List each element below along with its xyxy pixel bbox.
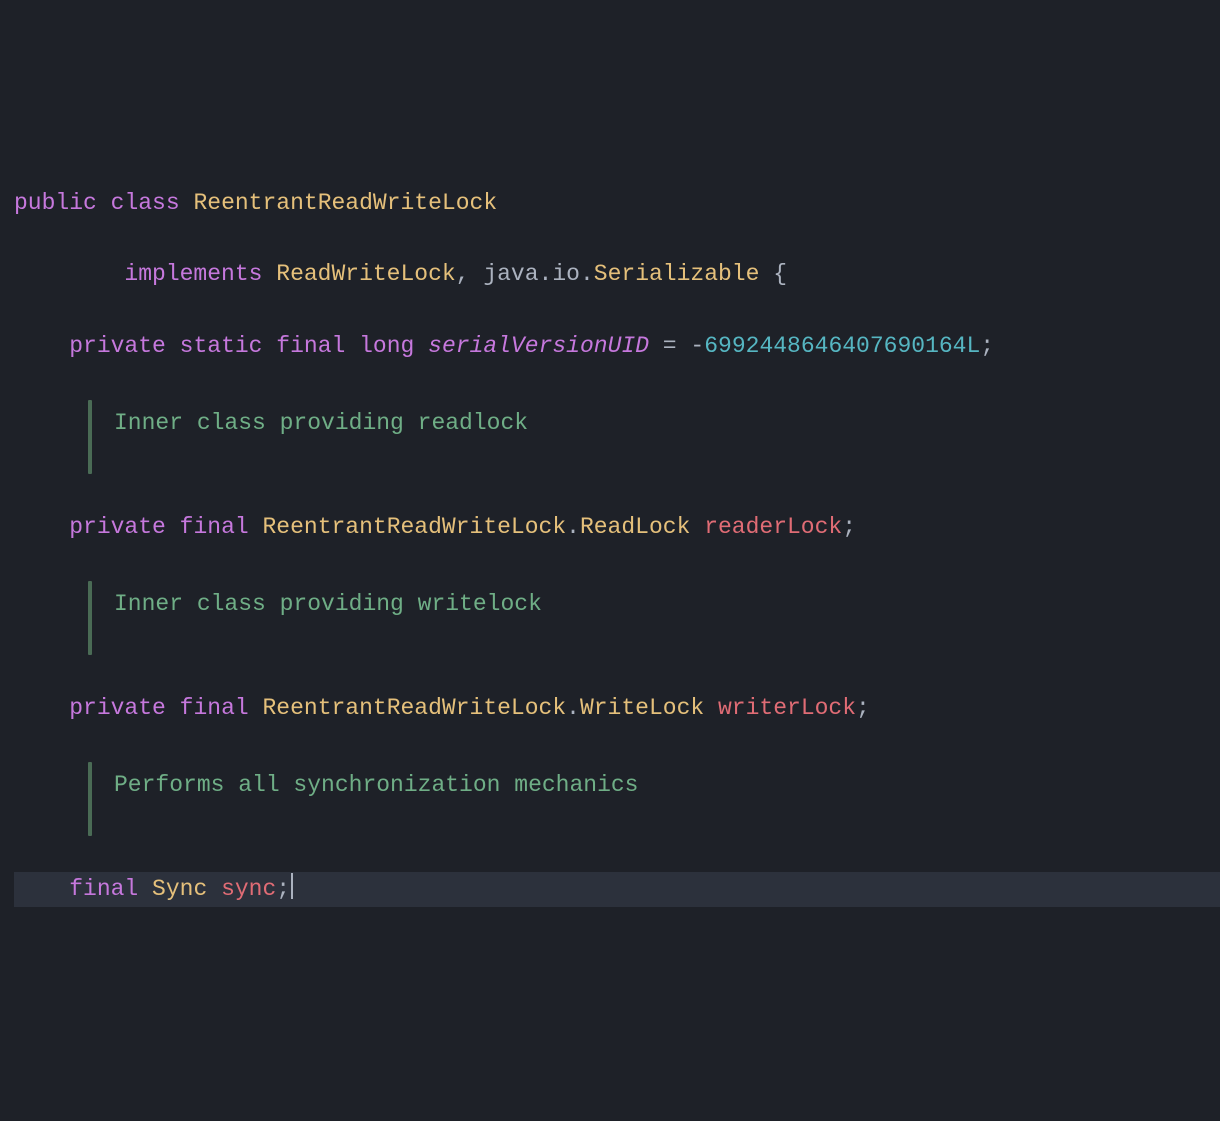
keyword-private: private: [69, 695, 166, 721]
type-name: ReadLock: [580, 514, 690, 540]
javadoc-bar: [88, 400, 92, 474]
keyword-static: static: [180, 333, 263, 359]
javadoc-block: Inner class providing writelock: [88, 581, 1220, 655]
code-editor[interactable]: public class ReentrantReadWriteLock impl…: [14, 151, 1220, 943]
semicolon: ;: [856, 695, 870, 721]
code-line-6-highlighted: final Sync sync;: [14, 872, 1220, 908]
type-name: ReentrantReadWriteLock: [262, 514, 566, 540]
keyword-final: final: [69, 876, 138, 902]
code-line-3: private static final long serialVersionU…: [14, 329, 1220, 365]
type-name: Sync: [152, 876, 207, 902]
keyword-final: final: [276, 333, 345, 359]
type-long: long: [359, 333, 414, 359]
code-line-5: private final ReentrantReadWriteLock.Wri…: [14, 691, 1220, 727]
package-part: java: [483, 261, 538, 287]
type-name: WriteLock: [580, 695, 704, 721]
comma: ,: [456, 261, 470, 287]
field-writerlock: writerLock: [718, 695, 856, 721]
field-sync: sync: [221, 876, 276, 902]
dot: .: [566, 695, 580, 721]
javadoc-bar: [88, 581, 92, 655]
javadoc-text: Inner class providing readlock: [114, 400, 528, 474]
keyword-final: final: [180, 514, 249, 540]
field-readerlock: readerLock: [704, 514, 842, 540]
interface-name: Serializable: [594, 261, 760, 287]
keyword-private: private: [69, 333, 166, 359]
interface-name: ReadWriteLock: [276, 261, 455, 287]
code-line-2: implements ReadWriteLock, java.io.Serial…: [14, 257, 1220, 293]
classname: ReentrantReadWriteLock: [193, 190, 497, 216]
dot: .: [580, 261, 594, 287]
semicolon: ;: [276, 876, 290, 902]
javadoc-block: Inner class providing readlock: [88, 400, 1220, 474]
code-line-4: private final ReentrantReadWriteLock.Rea…: [14, 510, 1220, 546]
keyword-class: class: [111, 190, 180, 216]
keyword-public: public: [14, 190, 97, 216]
semicolon: ;: [980, 333, 994, 359]
minus-sign: -: [690, 333, 704, 359]
semicolon: ;: [842, 514, 856, 540]
number-literal: 6992448646407690164L: [704, 333, 980, 359]
package-part: io: [552, 261, 580, 287]
keyword-private: private: [69, 514, 166, 540]
equals: =: [649, 333, 690, 359]
dot: .: [539, 261, 553, 287]
type-name: ReentrantReadWriteLock: [262, 695, 566, 721]
dot: .: [566, 514, 580, 540]
brace: {: [759, 261, 787, 287]
field-serialversionuid: serialVersionUID: [428, 333, 649, 359]
javadoc-bar: [88, 762, 92, 836]
code-line-1: public class ReentrantReadWriteLock: [14, 186, 1220, 222]
javadoc-text: Performs all synchronization mechanics: [114, 762, 639, 836]
javadoc-block: Performs all synchronization mechanics: [88, 762, 1220, 836]
keyword-implements: implements: [124, 261, 262, 287]
javadoc-text: Inner class providing writelock: [114, 581, 542, 655]
keyword-final: final: [180, 695, 249, 721]
text-cursor: [291, 873, 293, 899]
